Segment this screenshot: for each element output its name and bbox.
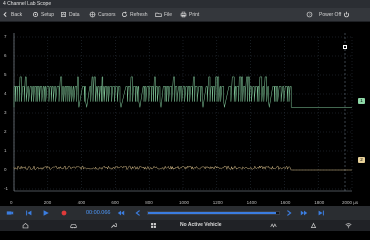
home-icon (22, 222, 29, 229)
printer-icon (180, 11, 187, 18)
x-tick-label: 400 (77, 200, 86, 205)
waveform-svg (13, 33, 353, 192)
wifi-icon (345, 223, 352, 229)
x-tick-label: 2000 µs (342, 200, 359, 205)
network-button[interactable] (310, 220, 317, 231)
step-forward-button[interactable] (298, 206, 310, 220)
chevron-right-icon (287, 210, 292, 216)
channel-1-marker[interactable]: 1 (358, 98, 365, 104)
wifi-button[interactable] (345, 220, 352, 231)
tools-button[interactable] (110, 220, 117, 231)
step-back-button[interactable] (115, 206, 127, 220)
y-tick-label: 6 (4, 53, 7, 58)
channel-2-marker[interactable]: 2 (358, 157, 365, 163)
record-dot-icon (61, 210, 67, 216)
prev-frame-button[interactable] (132, 206, 144, 220)
file-label: File (164, 11, 173, 18)
y-tick-label: -1 (4, 186, 9, 191)
next-frame-button[interactable] (283, 206, 295, 220)
stop-record-button[interactable] (58, 206, 70, 220)
apps-button[interactable] (150, 220, 157, 231)
x-tick-label: 0 (10, 200, 13, 205)
scope-icon (270, 223, 277, 228)
skip-end-button[interactable] (315, 206, 327, 220)
wrench-icon (111, 223, 117, 228)
play-icon (43, 210, 49, 216)
timeline-scrollbar[interactable] (147, 211, 280, 215)
toolbar: Back Setup Data Cursors Refresh File Pri… (0, 8, 370, 22)
x-tick-label: 1600 (280, 200, 291, 205)
arrow-left-icon (3, 12, 7, 17)
vehicle-status: No Active Vehicle (180, 222, 222, 228)
skip-start-button[interactable] (23, 206, 35, 220)
y-tick-label: 3 (4, 110, 7, 115)
y-tick-label: 2 (4, 129, 7, 134)
scope-button[interactable] (270, 220, 277, 231)
chevron-left-icon (135, 210, 140, 216)
help-button[interactable]: ? (306, 8, 313, 22)
trigger-marker[interactable] (343, 45, 347, 49)
y-tick-label: 7 (4, 34, 7, 39)
back-button[interactable]: Back (2, 8, 22, 22)
timeline-thumb[interactable] (148, 212, 277, 214)
record-button[interactable] (4, 206, 16, 220)
y-tick-label: 1 (4, 148, 7, 153)
refresh-label: Refresh (130, 11, 148, 18)
fast-forward-icon (300, 210, 308, 216)
play-button[interactable] (40, 206, 52, 220)
y-tick-label: 5 (4, 72, 7, 77)
back-label: Back (11, 11, 23, 18)
power-icon (344, 11, 350, 18)
time-counter: 00:00.066 (86, 210, 111, 216)
power-off-label: Power Off (319, 11, 342, 18)
data-button[interactable]: Data (60, 8, 80, 22)
refresh-button[interactable]: Refresh (121, 8, 148, 22)
rewind-icon (117, 210, 125, 216)
x-tick-label: 1400 (246, 200, 257, 205)
skip-back-icon (26, 210, 32, 216)
file-button[interactable]: File (155, 8, 172, 22)
help-icon: ? (306, 11, 313, 18)
x-tick-label: 200 (43, 200, 52, 205)
grid-icon (151, 223, 156, 228)
x-tick-label: 800 (145, 200, 153, 205)
home-button[interactable] (22, 220, 29, 231)
data-label: Data (69, 11, 80, 18)
skip-forward-icon (318, 210, 324, 216)
svg-text:?: ? (309, 13, 311, 17)
scope-plot[interactable] (0, 23, 370, 197)
setup-label: Setup (41, 11, 55, 18)
print-button[interactable]: Print (180, 8, 199, 22)
cursors-label: Cursors (98, 11, 116, 18)
y-tick-label: 4 (4, 91, 7, 96)
channel-1-trace (13, 76, 352, 108)
car-icon (70, 224, 77, 229)
x-tick-label: 1800 (314, 200, 325, 205)
y-tick-label: 0 (4, 167, 7, 172)
vehicle-button[interactable] (70, 220, 77, 231)
print-label: Print (189, 11, 200, 18)
folder-icon (155, 12, 162, 17)
network-icon (310, 222, 317, 228)
refresh-icon (121, 11, 128, 18)
setup-button[interactable]: Setup (32, 8, 54, 22)
x-tick-label: 600 (111, 200, 119, 205)
cursor-icon (89, 11, 96, 18)
x-tick-label: 1000 (179, 200, 190, 205)
gear-icon (32, 11, 39, 18)
power-off-button[interactable]: Power Off (319, 8, 350, 22)
camera-icon (6, 211, 14, 215)
data-icon (61, 12, 66, 17)
cursors-button[interactable]: Cursors (89, 8, 116, 22)
x-tick-label: 1200 (212, 200, 223, 205)
